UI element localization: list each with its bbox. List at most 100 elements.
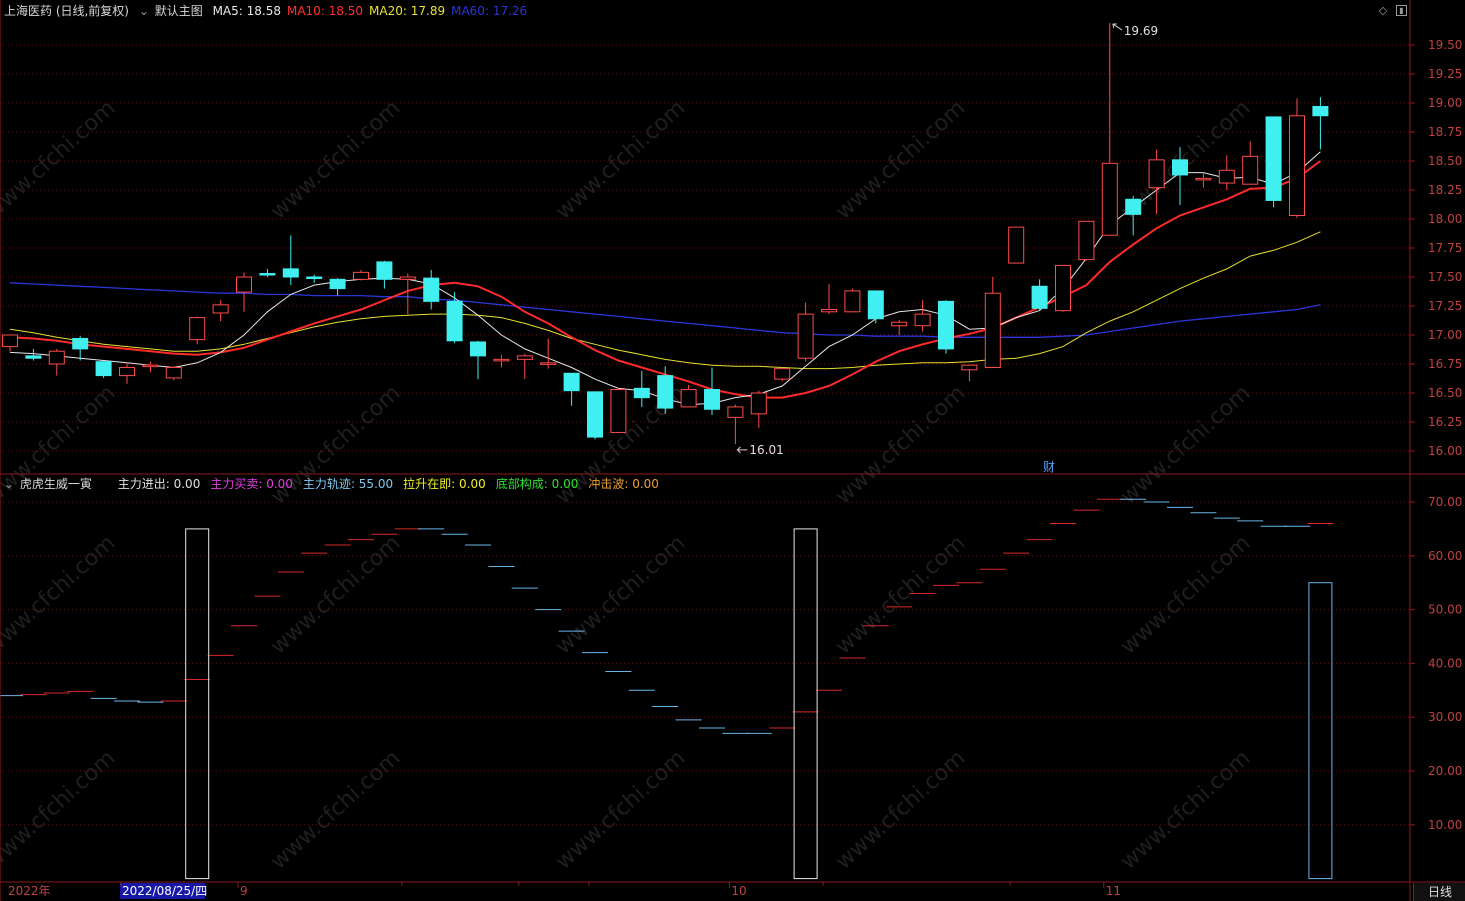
candle[interactable] [353, 270, 369, 281]
month-label: 11 [1106, 884, 1121, 898]
candle[interactable] [306, 274, 323, 283]
candle-body [1078, 220, 1095, 261]
candle[interactable] [1289, 98, 1305, 218]
candle-body [938, 300, 954, 350]
candle[interactable] [189, 316, 206, 345]
chevron-down-icon[interactable]: ⌄ [139, 4, 149, 18]
candle[interactable] [587, 391, 603, 440]
candle[interactable] [1055, 264, 1071, 312]
candle[interactable] [891, 319, 908, 335]
candle[interactable] [633, 370, 650, 407]
window-toggle-icon[interactable]: ▮ [1396, 5, 1407, 16]
ma-legend-value: 17.89 [410, 4, 446, 18]
candle[interactable] [423, 270, 440, 310]
candle[interactable] [844, 288, 861, 313]
candle-body [399, 276, 416, 280]
candle-body [1195, 177, 1212, 181]
candle-body [329, 278, 346, 290]
candle[interactable] [914, 300, 931, 332]
candle[interactable] [961, 364, 978, 382]
candle[interactable] [821, 283, 837, 315]
watermark-text: www.cfchi.com [831, 381, 970, 510]
candle[interactable] [1078, 220, 1095, 261]
candle-body [1218, 169, 1235, 184]
candle-body [984, 292, 1001, 368]
candle[interactable] [329, 278, 346, 296]
candle[interactable] [48, 348, 65, 376]
candle[interactable] [938, 300, 954, 354]
candle[interactable] [119, 362, 135, 384]
candle[interactable] [259, 268, 276, 277]
candle[interactable] [563, 372, 580, 406]
candle[interactable] [1031, 279, 1048, 311]
stock-title[interactable]: 上海医药 (日线,前复权) [4, 4, 129, 18]
ma-legend-name: MA5 [212, 4, 239, 18]
candle[interactable] [1218, 155, 1235, 190]
candle[interactable] [1242, 141, 1259, 185]
candle[interactable] [282, 235, 299, 286]
candle[interactable] [165, 366, 182, 381]
candle[interactable] [376, 260, 393, 289]
period-button[interactable]: 日线 [1413, 883, 1465, 901]
candle[interactable] [1008, 226, 1025, 264]
candle-body [1148, 159, 1165, 189]
signal-bar[interactable] [1308, 582, 1333, 880]
indicator-title[interactable]: 虎虎生威一寅 [20, 477, 92, 491]
signal-bar[interactable] [793, 528, 818, 880]
ma-legend-value: 18.58 [246, 4, 281, 18]
ma-line-ma60 [9, 282, 1321, 338]
candle[interactable] [72, 336, 89, 361]
candle[interactable] [680, 384, 697, 408]
candle[interactable] [516, 353, 533, 380]
indicator-field-value: 0.00 [551, 477, 579, 491]
candle-body [470, 341, 486, 357]
watermark-text: www.cfchi.com [0, 746, 120, 875]
candle-body [236, 276, 252, 293]
price-panel[interactable]: 19.69 16.01 财 [2, 22, 1329, 474]
main-chart-label[interactable]: 默认主图 [155, 4, 203, 18]
watermark-text: www.cfchi.com [551, 96, 690, 225]
diamond-icon[interactable]: ◇ [1377, 5, 1389, 17]
candle[interactable] [867, 290, 884, 324]
candle[interactable] [212, 300, 229, 322]
candle[interactable] [1195, 172, 1212, 188]
candle[interactable] [774, 367, 791, 382]
candle[interactable] [797, 302, 814, 362]
candle[interactable] [1265, 116, 1282, 208]
candle[interactable] [727, 404, 744, 445]
chevron-down-icon[interactable]: ⌄ [4, 477, 14, 491]
candle[interactable] [610, 388, 627, 433]
candle-body [95, 361, 112, 377]
separator: : [165, 477, 174, 491]
candle[interactable] [142, 361, 159, 373]
price-tick-label: 18.75 [1428, 125, 1462, 139]
indicator-field-name: 主力买卖 [210, 477, 259, 491]
candle[interactable] [25, 348, 42, 361]
candle[interactable] [1101, 22, 1118, 236]
candle[interactable] [236, 272, 252, 312]
candle[interactable] [984, 277, 1001, 368]
candle-body [797, 313, 814, 359]
watermark-text: www.cfchi.com [551, 531, 690, 660]
candle-body [891, 321, 908, 327]
candle[interactable] [470, 340, 486, 380]
candle-body [446, 300, 463, 342]
separator: : [451, 477, 460, 491]
candle[interactable] [95, 361, 112, 378]
candle-body [1242, 155, 1259, 185]
candle[interactable] [1312, 97, 1329, 150]
price-tick-label: 17.75 [1428, 241, 1462, 255]
price-header: 上海医药 (日线,前复权) ⌄ 默认主图 MA5: 18.58 MA10: 18.… [4, 3, 539, 19]
candle[interactable] [704, 367, 720, 416]
candle-body [142, 364, 159, 368]
indicator-legend-item: 主力买卖: 0.00 [210, 477, 293, 491]
candle-body [1312, 105, 1329, 117]
stock-chart-canvas[interactable]: www.cfchi.com www.cfchi.com www.cfchi.com w… [0, 0, 1465, 901]
indicator-tick-label: 20.00 [1428, 764, 1462, 778]
indicator-tick-label: 40.00 [1428, 656, 1462, 670]
candle[interactable] [493, 354, 510, 368]
candle[interactable] [540, 338, 557, 369]
ma-legend-name: MA60 [451, 4, 485, 18]
signal-bar[interactable] [185, 528, 210, 880]
candle[interactable] [2, 334, 18, 352]
